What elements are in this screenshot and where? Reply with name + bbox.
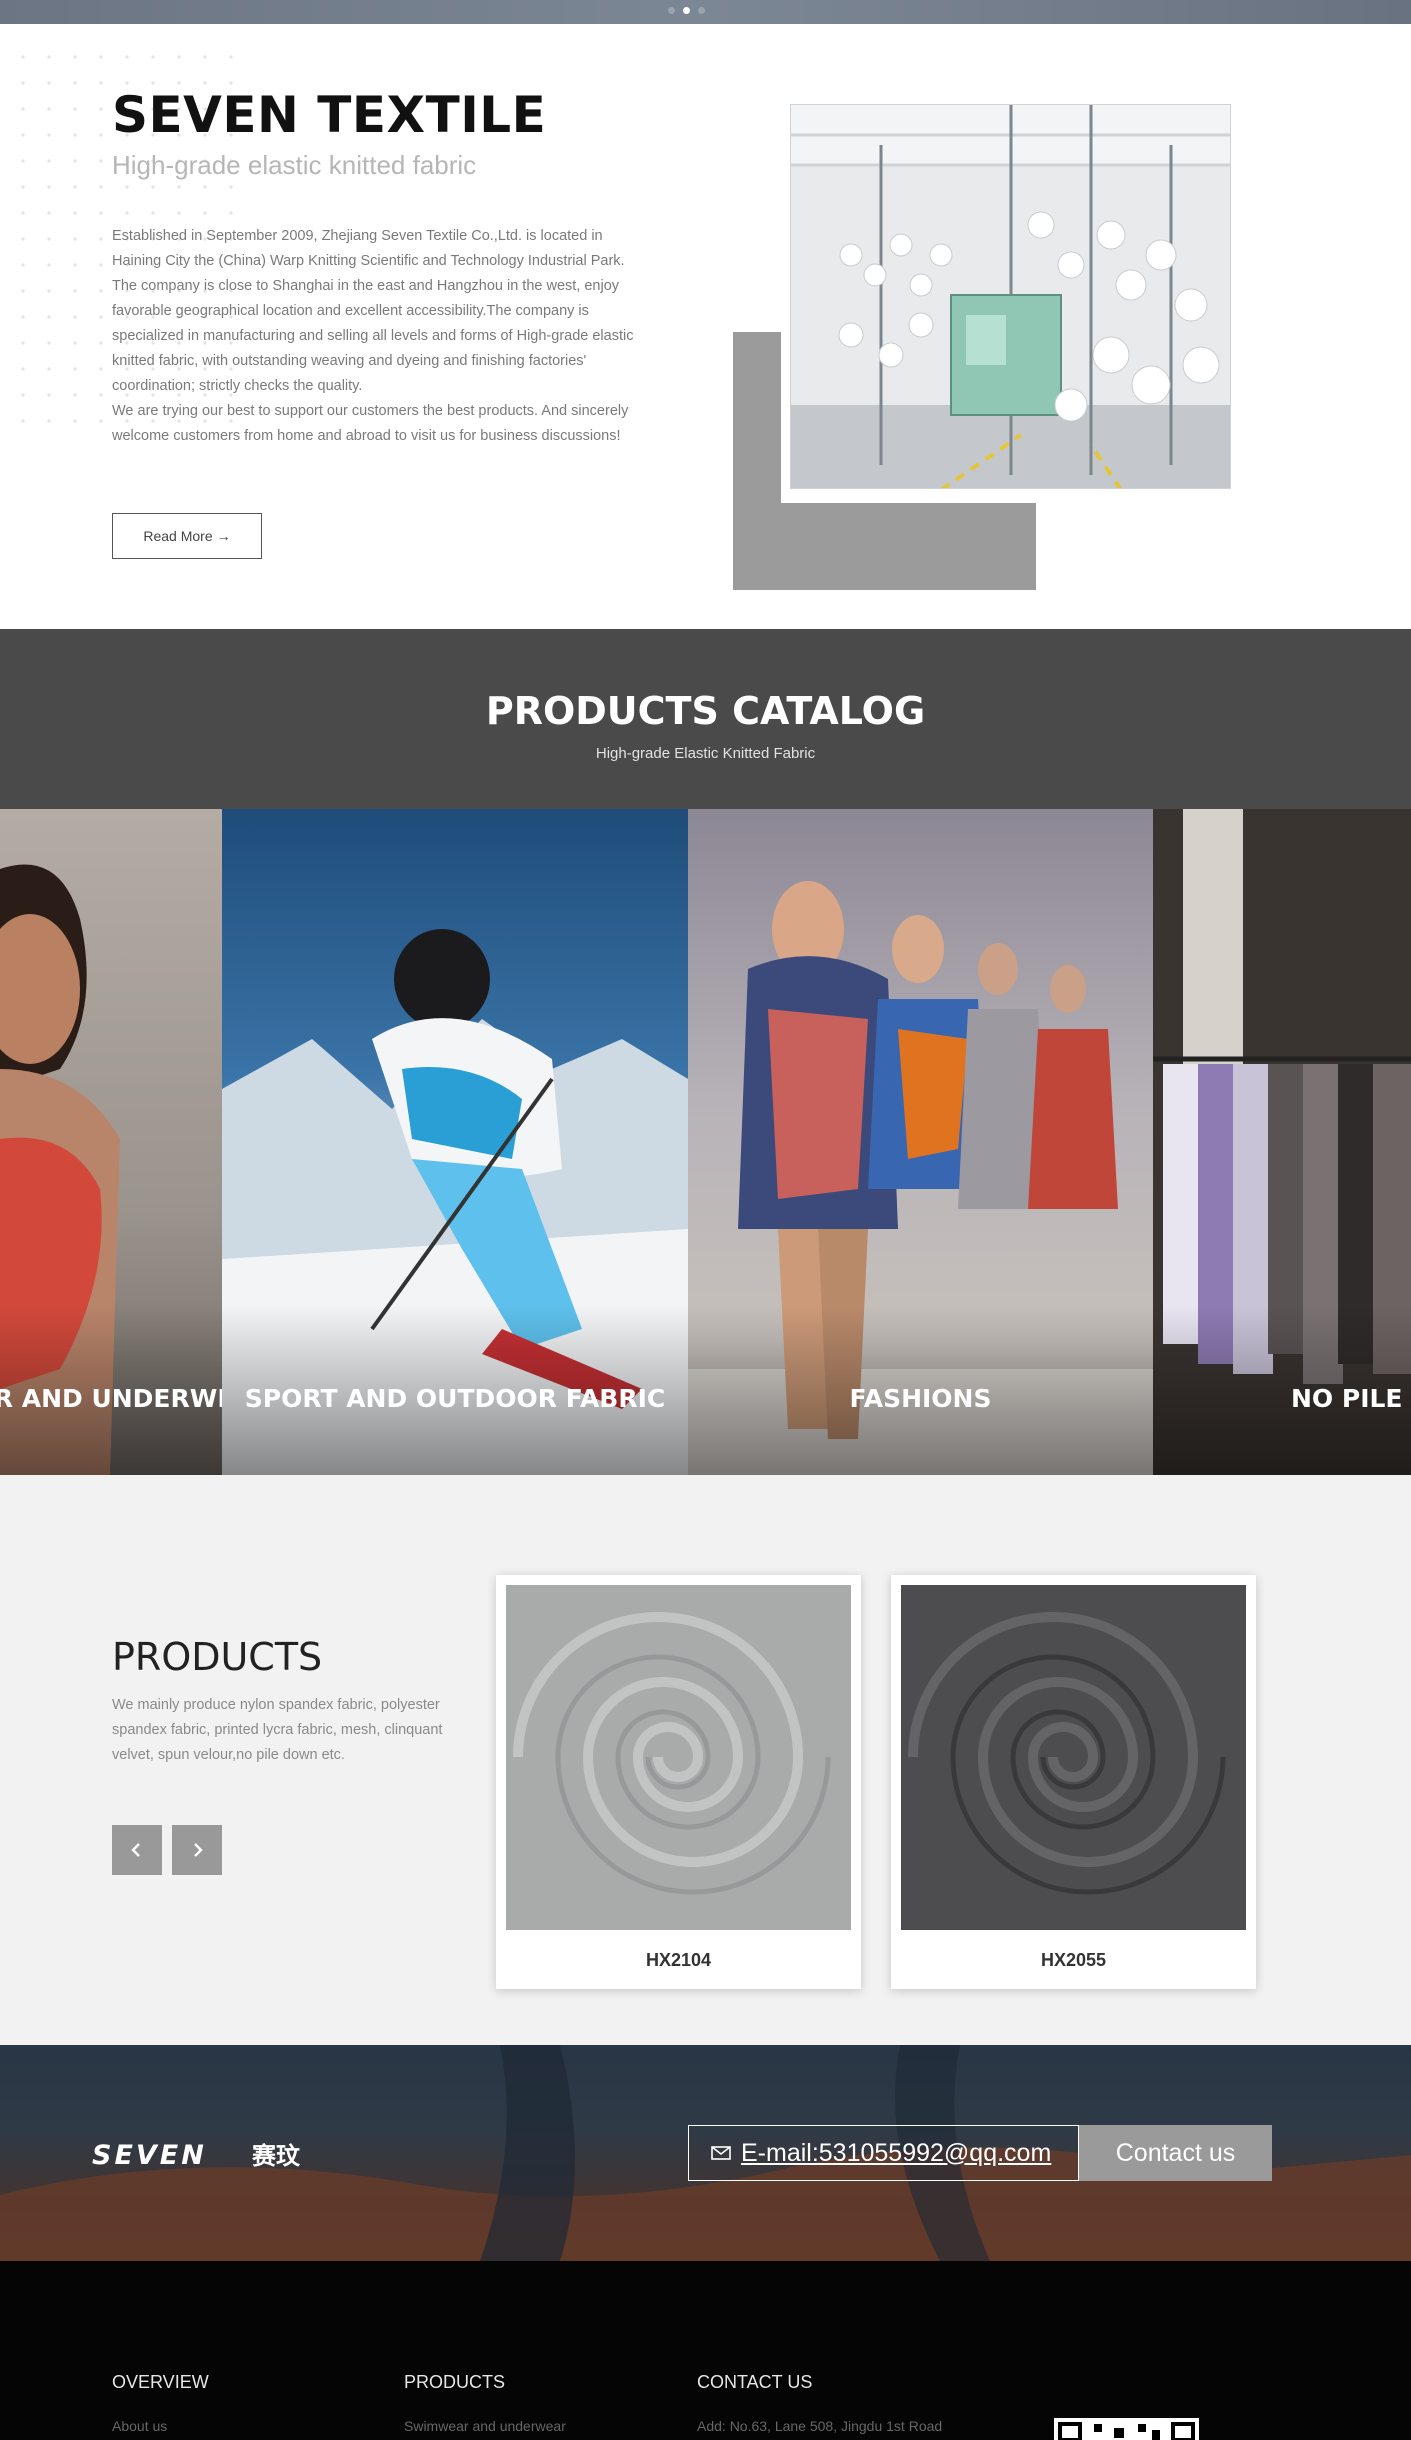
footer: OVERVIEW About us PRODUCTS Swimwear and … [0, 2261, 1411, 2440]
about-section: SEVEN TEXTILE High-grade elastic knitted… [0, 24, 1411, 629]
next-button[interactable] [172, 1825, 222, 1875]
carousel-dot-1[interactable] [668, 7, 675, 14]
product-card[interactable]: HX2055 [891, 1575, 1256, 1989]
chevron-right-icon [194, 1843, 203, 1857]
fabric-swirl-image [901, 1585, 1246, 1930]
product-fabric-image [901, 1585, 1246, 1930]
products-title: PRODUCTS [112, 1635, 323, 1679]
footer-column-products: PRODUCTS Swimwear and underwear [404, 2372, 566, 2434]
mail-icon [711, 2146, 731, 2160]
email-link[interactable]: E-mail:531055992@qq.com [688, 2125, 1079, 2181]
footer-column-overview: OVERVIEW About us [112, 2372, 209, 2434]
factory-illustration [791, 105, 1230, 488]
about-title: SEVEN TEXTILE [112, 86, 547, 144]
footer-link[interactable]: About us [112, 2418, 167, 2434]
chevron-left-icon [131, 1843, 140, 1857]
qr-code [1054, 2418, 1199, 2440]
page: SEVEN TEXTILE High-grade elastic knitted… [0, 0, 1411, 2440]
catalog-slide-label: NO PILE DOWN [1291, 1384, 1411, 1413]
prev-button[interactable] [112, 1825, 162, 1875]
product-code: HX2055 [1040, 1950, 1107, 1970]
catalog-slide-fashions[interactable]: FASHIONS [688, 809, 1153, 1475]
product-code: HX2104 [645, 1950, 712, 1970]
carousel-dot-3[interactable] [698, 7, 705, 14]
product-fabric-image [506, 1585, 851, 1930]
carousel-dots [668, 7, 705, 14]
email-text: E-mail:531055992@qq.com [741, 2138, 1052, 2167]
svg-text:赛玟: 赛玟 [251, 2142, 301, 2170]
carousel-dot-2[interactable] [683, 7, 690, 14]
catalog-header: PRODUCTS CATALOG High-grade Elastic Knit… [0, 629, 1411, 809]
catalog-slide-sport-outdoor[interactable]: SPORT AND OUTDOOR FABRIC [222, 809, 688, 1475]
qr-code-image [1054, 2418, 1199, 2440]
footer-link[interactable]: Swimwear and underwear [404, 2418, 566, 2434]
catalog-carousel: SWIMWEAR AND UNDERWEAR SPORT AND OUTDOOR… [0, 809, 1411, 1475]
about-paragraph-1: Established in September 2009, Zhejiang … [112, 228, 634, 394]
about-subtitle: High-grade elastic knitted fabric [112, 150, 477, 180]
read-more-label: Read More [143, 528, 213, 544]
contact-us-button[interactable]: Contact us [1079, 2125, 1272, 2181]
catalog-slide-label: FASHIONS [849, 1384, 992, 1413]
footer-column-title[interactable]: PRODUCTS [404, 2372, 505, 2393]
decorative-gray-bar-horizontal [733, 503, 1036, 590]
catalog-slide-swimwear[interactable]: SWIMWEAR AND UNDERWEAR [0, 809, 222, 1475]
read-more-button[interactable]: Read More → [112, 513, 262, 559]
product-card[interactable]: HX2104 [496, 1575, 861, 1989]
footer-column-title[interactable]: CONTACT US [697, 2372, 812, 2393]
brand-logo[interactable]: SEVEN 赛玟 [92, 2140, 332, 2175]
products-description: We mainly produce nylon spandex fabric, … [112, 1697, 443, 1763]
footer-address: Add: No.63, Lane 508, Jingdu 1st Road [697, 2418, 943, 2434]
hero-banner-bottom [0, 0, 1411, 24]
factory-image [790, 104, 1231, 489]
seven-logo: SEVEN 赛玟 [92, 2140, 301, 2171]
catalog-slide-label: SWIMWEAR AND UNDERWEAR [0, 1384, 222, 1413]
svg-text:SEVEN: SEVEN [92, 2140, 207, 2170]
fabric-swirl-image [506, 1585, 851, 1930]
about-paragraph-2: We are trying our best to support our cu… [112, 403, 629, 444]
catalog-subtitle: High-grade Elastic Knitted Fabric [595, 745, 816, 762]
arrow-right-icon: → [216, 528, 231, 544]
catalog-slide-label: SPORT AND OUTDOOR FABRIC [244, 1384, 666, 1413]
products-section: PRODUCTS We mainly produce nylon spandex… [0, 1475, 1411, 2045]
contact-banner: SEVEN 赛玟 E-mail:531055992@qq.com Contact… [0, 2045, 1411, 2261]
catalog-title: PRODUCTS CATALOG [485, 689, 926, 733]
catalog-slide-no-pile-down[interactable]: NO PILE DOWN [1153, 809, 1411, 1475]
footer-column-contact: CONTACT US Add: No.63, Lane 508, Jingdu … [697, 2372, 942, 2434]
about-description: Established in September 2009, Zhejiang … [112, 224, 642, 449]
footer-column-title[interactable]: OVERVIEW [112, 2372, 209, 2393]
